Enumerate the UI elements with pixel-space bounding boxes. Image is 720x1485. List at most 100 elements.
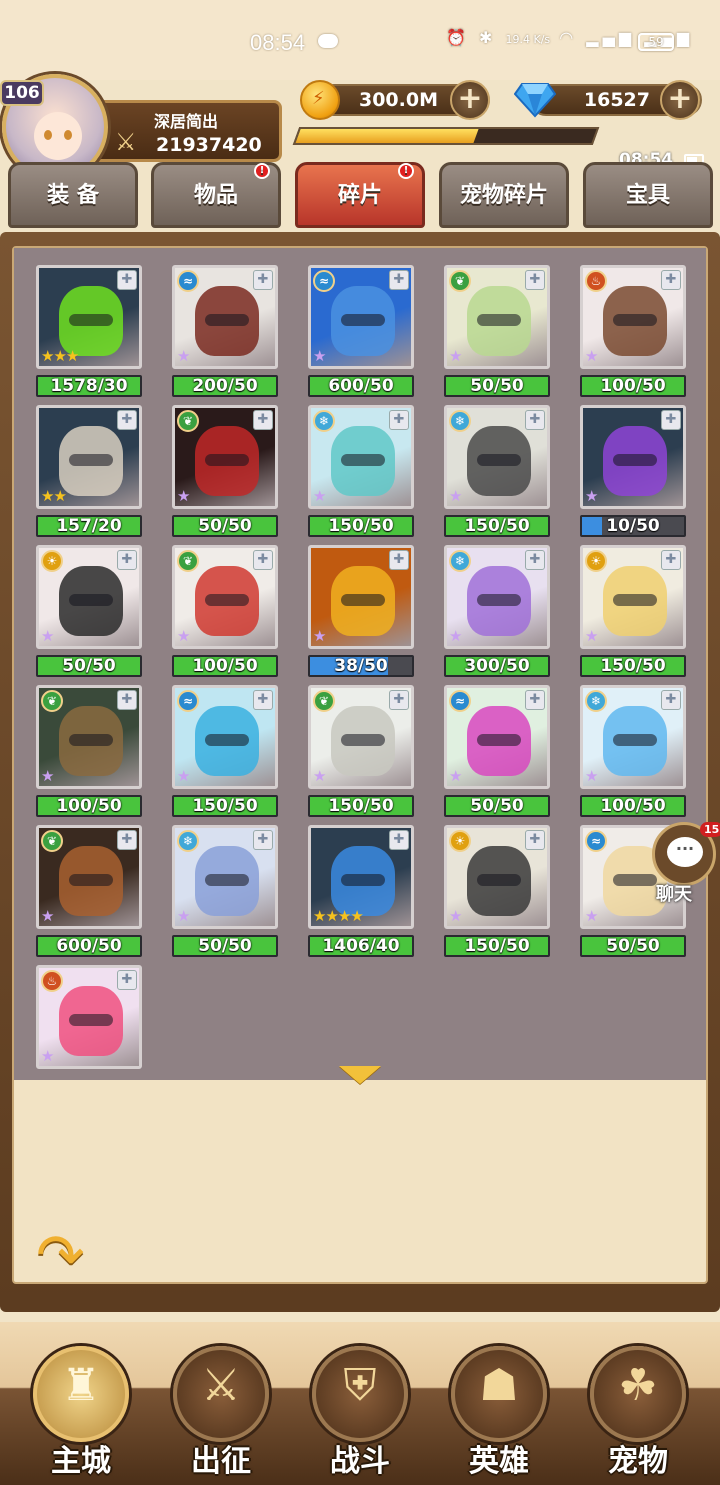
hero-eyes — [69, 594, 113, 606]
fragment-card-light-blue-girl[interactable]: ✚ ❄ ★ 100/50 — [580, 685, 686, 817]
fragment-progress-bar: 38/50 — [308, 655, 414, 677]
hero-portrait: ✚ ♨ ★ — [36, 965, 142, 1069]
fragment-card-dark-knight[interactable]: ✚ ❄ ★ 150/50 — [444, 405, 550, 537]
scroll-down-arrow-icon[interactable] — [339, 1066, 381, 1084]
network-speed: 19.4 K/s — [505, 33, 551, 46]
fragment-card-green-helmet[interactable]: ✚ ★★★ 1578/30 — [36, 265, 142, 397]
fragment-card-nun[interactable]: ✚ ☀ ★ 150/50 — [444, 825, 550, 957]
hero-eyes — [613, 734, 657, 746]
tab-label: 宠物碎片 — [459, 183, 548, 208]
fragment-card-silver-hair-boy[interactable]: ✚ ❄ ★ 50/50 — [172, 825, 278, 957]
star-rating-icon: ★ — [449, 347, 462, 365]
puzzle-piece-icon: ✚ — [661, 690, 681, 710]
back-arrow-icon[interactable]: ↶ — [36, 1221, 85, 1289]
fragment-card-blonde-elf[interactable]: ✚ ☀ ★ 150/50 — [580, 545, 686, 677]
chat-unread-badge: 15 — [700, 822, 720, 837]
fragment-count: 38/50 — [334, 656, 388, 676]
fragment-card-brown-hair-girl[interactable]: ✚ ♨ ★ 100/50 — [580, 265, 686, 397]
add-gold-button[interactable]: + — [450, 80, 490, 120]
puzzle-piece-icon: ✚ — [389, 270, 409, 290]
fragment-progress-bar: 150/50 — [308, 795, 414, 817]
fragment-card-blue-hair-girl[interactable]: ✚ ≈ ★ 150/50 — [172, 685, 278, 817]
level-badge: 106 — [0, 80, 44, 106]
fragment-card-gold-helmet[interactable]: ✚ ★ 38/50 — [308, 545, 414, 677]
water-element-icon: ≈ — [585, 830, 607, 852]
star-rating-icon: ★★★ — [41, 347, 79, 365]
fragment-card-pink-hair-girl[interactable]: ✚ ≈ ★ 50/50 — [444, 685, 550, 817]
tab-3[interactable]: 宠物碎片 — [439, 162, 569, 228]
hero-eyes — [205, 734, 249, 746]
tab-label: 物品 — [193, 183, 238, 208]
nav-label: 英雄 — [469, 1444, 529, 1479]
tab-1[interactable]: 物品! — [151, 162, 281, 228]
fragment-card-red-dragon[interactable]: ✚ ❦ ★ 50/50 — [172, 405, 278, 537]
wechat-icon — [318, 34, 338, 48]
tab-4[interactable]: 宝具 — [583, 162, 713, 228]
nav-label: 主城 — [51, 1444, 111, 1479]
fragment-count: 50/50 — [470, 796, 524, 816]
star-rating-icon: ★ — [41, 1047, 54, 1065]
fragment-card-wolf[interactable]: ✚ ❦ ★ 600/50 — [36, 825, 142, 957]
fragment-card-blue-helmet[interactable]: ✚ ★★★★ 1406/40 — [308, 825, 414, 957]
avatar-face — [34, 112, 82, 160]
star-rating-icon: ★ — [313, 487, 326, 505]
fragment-count: 50/50 — [606, 936, 660, 956]
diamond-icon — [514, 83, 556, 118]
fragment-card-cat-warrior[interactable]: ✚ ❦ ★ 100/50 — [36, 685, 142, 817]
fragment-card-green-hair-girl[interactable]: ✚ ❦ ★ 50/50 — [444, 265, 550, 397]
fragment-card-black-hair-girl[interactable]: ✚ ☀ ★ 50/50 — [36, 545, 142, 677]
fragment-count: 150/50 — [328, 796, 394, 816]
hero-portrait: ✚ ★★★ — [36, 265, 142, 369]
fragment-count: 150/50 — [600, 656, 666, 676]
fragment-card-red-green-boy[interactable]: ✚ ❦ ★ 100/50 — [172, 545, 278, 677]
fragment-count: 100/50 — [56, 796, 122, 816]
puzzle-piece-icon: ✚ — [661, 410, 681, 430]
hero-eyes — [613, 314, 657, 326]
hero-portrait: ✚ ★ — [580, 405, 686, 509]
hero-portrait: ✚ ☀ ★ — [580, 545, 686, 649]
fragment-card-white-helmet[interactable]: ✚ ★★ 157/20 — [36, 405, 142, 537]
status-time: 08:54 — [250, 30, 306, 55]
star-rating-icon: ★ — [313, 627, 326, 645]
hero-eyes — [205, 874, 249, 886]
star-rating-icon: ★ — [449, 907, 462, 925]
avatar-eye — [44, 130, 52, 140]
fragment-card-gunner[interactable]: ✚ ≈ ★ 200/50 — [172, 265, 278, 397]
hero-portrait: ✚ ☀ ★ — [444, 825, 550, 929]
nav-item-1[interactable]: ⚔ 出征 — [165, 1340, 277, 1480]
fragment-card-purple-hair-girl[interactable]: ✚ ❄ ★ 300/50 — [444, 545, 550, 677]
fragment-card-teal-hair-girl[interactable]: ✚ ❄ ★ 150/50 — [308, 405, 414, 537]
nav-item-3[interactable]: ☗ 英雄 — [443, 1340, 555, 1480]
fragment-progress-bar: 200/50 — [172, 375, 278, 397]
puzzle-piece-icon: ✚ — [117, 410, 137, 430]
fragment-card-white-hair-girl[interactable]: ✚ ❦ ★ 150/50 — [308, 685, 414, 817]
star-rating-icon: ★ — [313, 767, 326, 785]
gold-amount: 300.0M — [358, 89, 438, 111]
add-gems-button[interactable]: + — [660, 80, 700, 120]
hero-eyes — [341, 734, 385, 746]
star-rating-icon: ★ — [585, 347, 598, 365]
fragment-count: 150/50 — [328, 516, 394, 536]
star-rating-icon: ★ — [449, 487, 462, 505]
fragment-card-purple-helmet[interactable]: ✚ ★ 10/50 — [580, 405, 686, 537]
gem-amount: 16527 — [583, 89, 650, 111]
puzzle-piece-icon: ✚ — [389, 690, 409, 710]
star-rating-icon: ★ — [177, 487, 190, 505]
nav-item-4[interactable]: ☘ 宠物 — [582, 1340, 694, 1480]
nav-item-2[interactable]: ⛨ 战斗 — [304, 1340, 416, 1480]
fragment-count: 100/50 — [192, 656, 258, 676]
player-name: 深居简出 — [154, 112, 219, 131]
puzzle-piece-icon: ✚ — [525, 550, 545, 570]
fragment-card-shark[interactable]: ✚ ≈ ★ 600/50 — [308, 265, 414, 397]
axes-icon: ⚔ — [201, 1360, 241, 1411]
nav-label: 宠物 — [608, 1444, 668, 1479]
fragment-progress-bar: 150/50 — [172, 795, 278, 817]
nav-item-0[interactable]: ♜ 主城 — [25, 1340, 137, 1480]
fragment-card-pink-clown[interactable]: ✚ ♨ ★ — [36, 965, 142, 1095]
tab-0[interactable]: 装 备 — [8, 162, 138, 228]
tab-2[interactable]: 碎片! — [295, 162, 425, 228]
puzzle-piece-icon: ✚ — [253, 270, 273, 290]
hero-eyes — [69, 874, 113, 886]
nature-element-icon: ❦ — [41, 690, 63, 712]
puzzle-piece-icon: ✚ — [253, 830, 273, 850]
